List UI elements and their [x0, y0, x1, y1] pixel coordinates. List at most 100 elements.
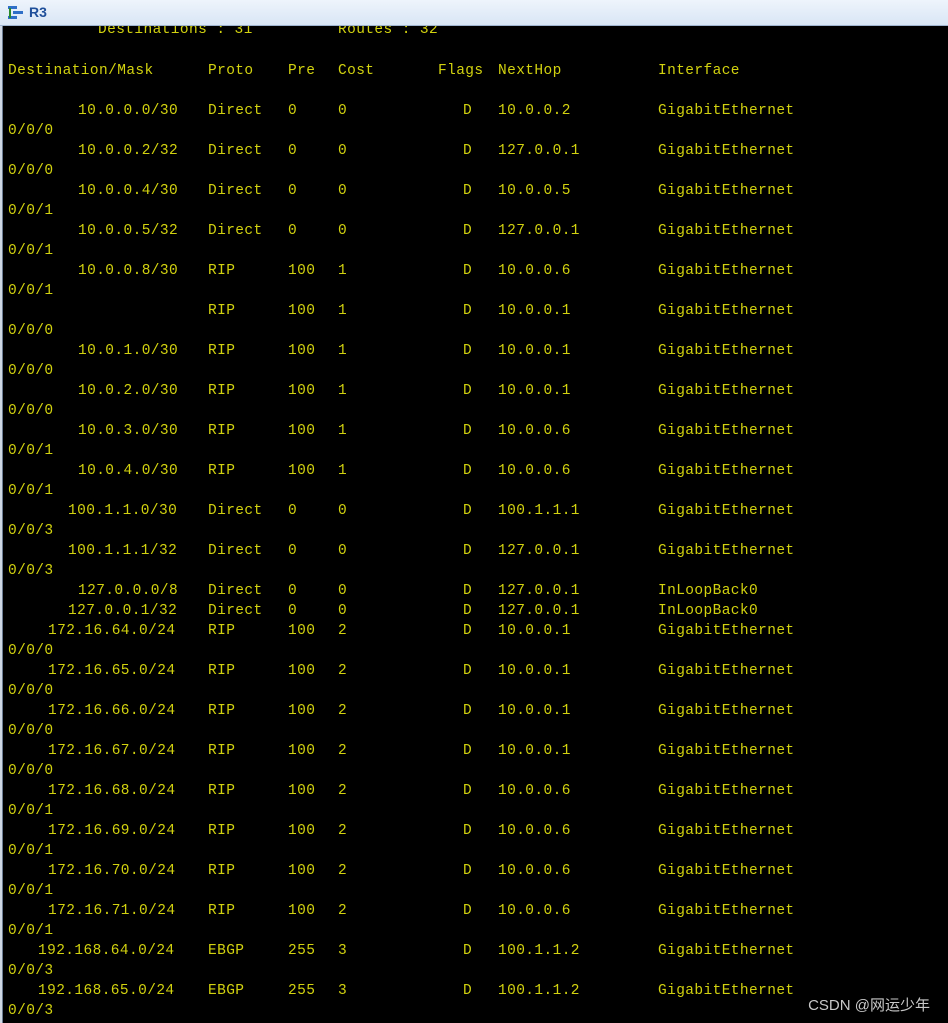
route-flags: D	[463, 743, 473, 759]
route-preference: 255	[288, 983, 316, 999]
route-proto: RIP	[208, 623, 236, 639]
route-interface: GigabitEthernet	[658, 983, 795, 999]
route-nexthop: 10.0.0.6	[498, 463, 571, 479]
route-preference: 0	[288, 103, 298, 119]
route-preference: 100	[288, 343, 316, 359]
terminal-output[interactable]: Destinations : 31 Routes : 32 Destinatio…	[3, 26, 948, 1023]
route-interface: GigabitEthernet	[658, 543, 795, 559]
route-interface-port: 0/0/1	[8, 283, 54, 299]
route-destination: 127.0.0.0/8	[78, 583, 179, 599]
route-preference: 255	[288, 943, 316, 959]
route-proto: RIP	[208, 343, 236, 359]
route-cost: 1	[338, 303, 348, 319]
route-preference: 0	[288, 223, 298, 239]
route-proto: RIP	[208, 263, 236, 279]
route-interface-port: 0/0/1	[8, 843, 54, 859]
route-destination: 127.0.0.1/32	[68, 603, 178, 619]
route-interface-port: 0/0/1	[8, 923, 54, 939]
route-interface: GigabitEthernet	[658, 823, 795, 839]
route-nexthop: 10.0.0.5	[498, 183, 571, 199]
route-interface-port: 0/0/0	[8, 163, 54, 179]
route-nexthop: 127.0.0.1	[498, 583, 580, 599]
header-destination: Destination/Mask	[8, 63, 154, 79]
route-preference: 100	[288, 463, 316, 479]
route-interface: GigabitEthernet	[658, 183, 795, 199]
route-cost: 2	[338, 623, 348, 639]
route-flags: D	[463, 263, 473, 279]
route-interface-port: 0/0/3	[8, 963, 54, 979]
route-cost: 2	[338, 783, 348, 799]
route-destination: 172.16.64.0/24	[48, 623, 176, 639]
route-flags: D	[463, 463, 473, 479]
header-pre: Pre	[288, 63, 316, 79]
route-flags: D	[463, 583, 473, 599]
route-interface: GigabitEthernet	[658, 943, 795, 959]
route-interface-port: 0/0/0	[8, 323, 54, 339]
route-cost: 1	[338, 463, 348, 479]
route-destination: 172.16.67.0/24	[48, 743, 176, 759]
route-proto: EBGP	[208, 943, 245, 959]
route-flags: D	[463, 863, 473, 879]
route-interface: InLoopBack0	[658, 583, 759, 599]
route-proto: Direct	[208, 103, 263, 119]
route-proto: RIP	[208, 383, 236, 399]
route-cost: 2	[338, 903, 348, 919]
route-interface-port: 0/0/1	[8, 243, 54, 259]
route-destination: 172.16.65.0/24	[48, 663, 176, 679]
route-preference: 100	[288, 783, 316, 799]
route-preference: 100	[288, 383, 316, 399]
route-interface-port: 0/0/0	[8, 363, 54, 379]
route-flags: D	[463, 943, 473, 959]
route-proto: EBGP	[208, 983, 245, 999]
route-flags: D	[463, 383, 473, 399]
route-cost: 1	[338, 383, 348, 399]
route-destination: 10.0.4.0/30	[78, 463, 179, 479]
route-preference: 100	[288, 663, 316, 679]
route-interface: GigabitEthernet	[658, 503, 795, 519]
header-proto: Proto	[208, 63, 254, 79]
route-destination: 172.16.70.0/24	[48, 863, 176, 879]
route-interface-port: 0/0/1	[8, 443, 54, 459]
route-cost: 3	[338, 943, 348, 959]
route-nexthop: 10.0.0.1	[498, 663, 571, 679]
route-preference: 100	[288, 823, 316, 839]
route-cost: 2	[338, 663, 348, 679]
route-nexthop: 10.0.0.1	[498, 623, 571, 639]
route-nexthop: 10.0.0.1	[498, 303, 571, 319]
route-interface-port: 0/0/0	[8, 403, 54, 419]
route-cost: 1	[338, 343, 348, 359]
route-destination: 10.0.0.2/32	[78, 143, 179, 159]
route-flags: D	[463, 543, 473, 559]
route-flags: D	[463, 223, 473, 239]
route-nexthop: 10.0.0.1	[498, 703, 571, 719]
route-proto: Direct	[208, 183, 263, 199]
route-nexthop: 127.0.0.1	[498, 143, 580, 159]
route-nexthop: 100.1.1.2	[498, 983, 580, 999]
route-preference: 0	[288, 543, 298, 559]
header-interface: Interface	[658, 63, 740, 79]
route-nexthop: 127.0.0.1	[498, 543, 580, 559]
routes-count: Routes : 32	[338, 26, 439, 38]
route-interface: GigabitEthernet	[658, 303, 795, 319]
route-flags: D	[463, 143, 473, 159]
route-proto: Direct	[208, 223, 263, 239]
route-interface: InLoopBack0	[658, 603, 759, 619]
window-title: R3	[29, 4, 47, 20]
route-preference: 100	[288, 303, 316, 319]
route-flags: D	[463, 603, 473, 619]
route-proto: RIP	[208, 823, 236, 839]
route-proto: RIP	[208, 703, 236, 719]
route-preference: 0	[288, 503, 298, 519]
route-proto: Direct	[208, 583, 263, 599]
route-preference: 100	[288, 263, 316, 279]
route-interface: GigabitEthernet	[658, 863, 795, 879]
router-console-icon	[8, 6, 23, 19]
route-proto: RIP	[208, 783, 236, 799]
route-nexthop: 127.0.0.1	[498, 603, 580, 619]
route-proto: RIP	[208, 903, 236, 919]
route-interface: GigabitEthernet	[658, 663, 795, 679]
route-interface-port: 0/0/1	[8, 483, 54, 499]
route-cost: 0	[338, 103, 348, 119]
route-proto: RIP	[208, 423, 236, 439]
route-interface: GigabitEthernet	[658, 743, 795, 759]
